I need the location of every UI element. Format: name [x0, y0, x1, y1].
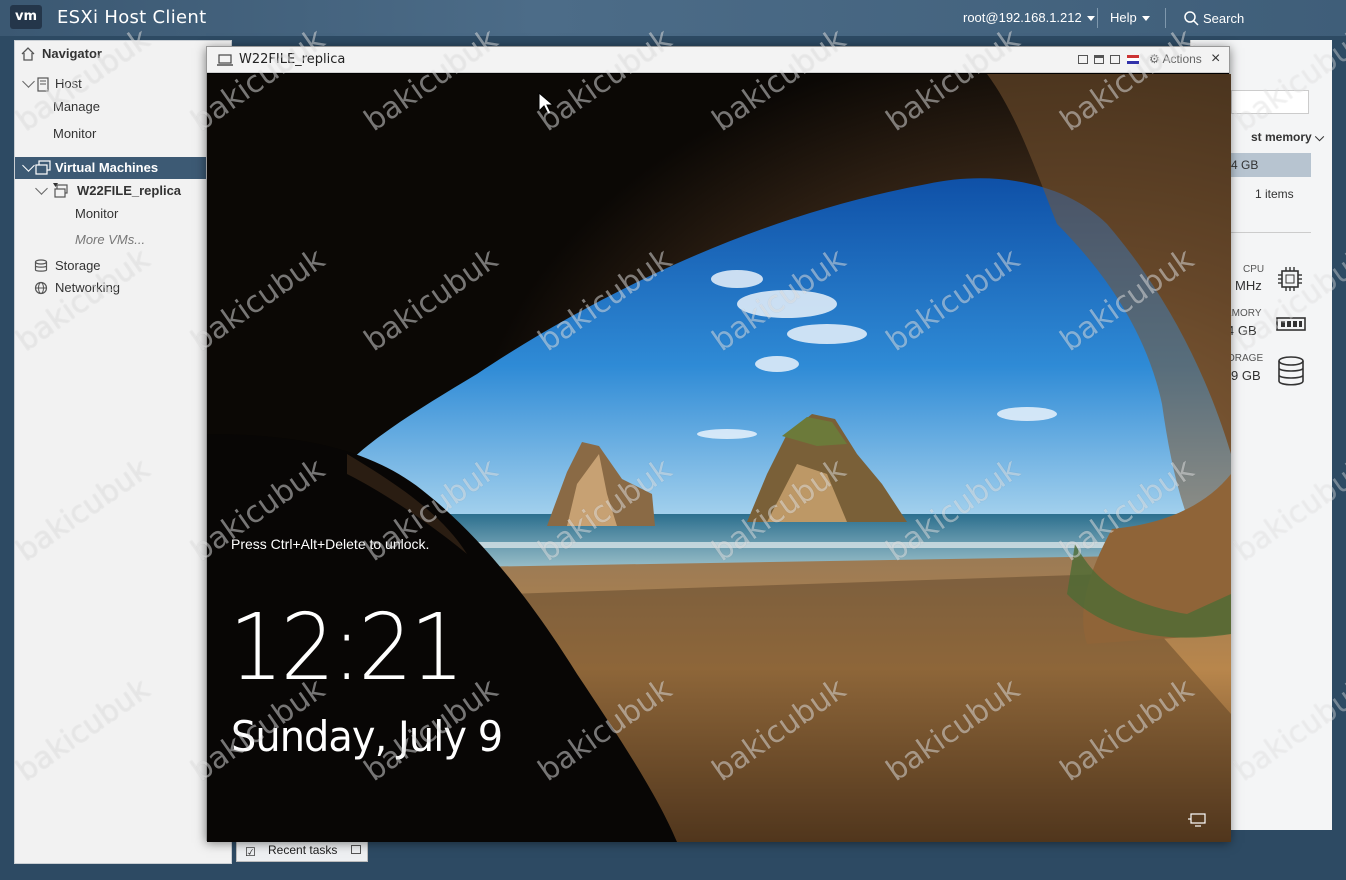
- items-count: 1 items: [1255, 187, 1294, 201]
- home-icon: [21, 47, 35, 61]
- monitor-label: Monitor: [53, 126, 97, 141]
- memory-icon: [1276, 317, 1306, 331]
- table-row[interactable]: 4 GB: [1229, 153, 1311, 177]
- vm-monitor-label: Monitor: [75, 206, 119, 221]
- sidebar-item-manage[interactable]: Manage: [15, 96, 231, 118]
- user-menu[interactable]: root@192.168.1.212: [963, 10, 1095, 25]
- keyboard-layout-icon[interactable]: [1127, 55, 1139, 64]
- server-icon: [37, 77, 49, 92]
- manage-label: Manage: [53, 99, 100, 114]
- memory-used: 4 GB: [1227, 323, 1257, 338]
- actions-menu[interactable]: ⚙ Actions: [1149, 52, 1202, 66]
- more-vms-label: More VMs...: [75, 232, 146, 247]
- console-screen[interactable]: Press Ctrl+Alt+Delete to unlock. 12:21 S…: [207, 74, 1231, 842]
- sidebar-item-storage[interactable]: Storage: [15, 255, 231, 277]
- divider: [1097, 8, 1098, 28]
- cpu-icon: [1278, 267, 1302, 291]
- cpu-label: CPU: [1243, 264, 1265, 275]
- cpu-value: MHz: [1235, 278, 1262, 293]
- storage-icon: [34, 259, 48, 272]
- navigator-label: Navigator: [42, 46, 102, 61]
- vm-group-icon: [35, 160, 51, 175]
- gear-icon: ⚙: [1149, 52, 1160, 66]
- laptop-icon: [217, 54, 233, 66]
- storage-label: Storage: [55, 258, 101, 273]
- sidebar-item-vm-monitor[interactable]: Monitor: [15, 203, 231, 225]
- virtual-machines-label: Virtual Machines: [55, 160, 159, 175]
- vm-icon: [53, 183, 68, 198]
- search-icon: [1184, 11, 1199, 26]
- sidebar-item-host[interactable]: Host: [15, 73, 231, 95]
- sidebar-item-host-monitor[interactable]: Monitor: [15, 123, 231, 145]
- top-header: vm ESXi Host Client root@192.168.1.212 H…: [0, 0, 1346, 36]
- sidebar-item-vm[interactable]: W22FILE_replica: [15, 180, 231, 202]
- unlock-hint: Press Ctrl+Alt+Delete to unlock.: [231, 536, 430, 552]
- lockscreen-date: Sunday, July 9: [231, 712, 503, 761]
- memory-dropdown-label: st memory: [1251, 130, 1312, 144]
- sidebar-item-networking[interactable]: Networking: [15, 277, 231, 299]
- chevron-down-icon: [22, 159, 35, 172]
- vm-name-label: W22FILE_replica: [77, 183, 182, 198]
- search-label: Search: [1203, 11, 1245, 26]
- chevron-down-icon: [1086, 16, 1095, 22]
- restore-icon[interactable]: [1078, 55, 1088, 64]
- memory-dropdown[interactable]: st memory ⌵: [1251, 130, 1324, 145]
- window-icon[interactable]: [1094, 55, 1104, 64]
- checklist-icon: ☑: [245, 845, 256, 859]
- filter-input[interactable]: [1231, 90, 1309, 114]
- help-menu[interactable]: Help: [1110, 10, 1150, 25]
- help-label: Help: [1110, 10, 1137, 25]
- close-icon[interactable]: ×: [1211, 50, 1220, 68]
- chevron-down-icon: [35, 182, 48, 195]
- chevron-down-icon: [22, 75, 35, 88]
- app-title: ESXi Host Client: [57, 7, 207, 28]
- console-title: W22FILE_replica: [239, 52, 346, 67]
- maximize-icon[interactable]: [351, 845, 361, 854]
- fullscreen-icon[interactable]: [1110, 55, 1120, 64]
- divider: [1165, 8, 1166, 28]
- vmware-logo: vm: [10, 5, 42, 29]
- sidebar-item-virtual-machines[interactable]: Virtual Machines: [15, 157, 231, 179]
- host-label: Host: [55, 76, 82, 91]
- user-label: root@192.168.1.212: [963, 10, 1082, 25]
- console-titlebar[interactable]: W22FILE_replica ⚙ Actions ×: [207, 47, 1229, 73]
- globe-icon: [34, 281, 48, 295]
- storage-label: ORAGE: [1227, 353, 1264, 364]
- actions-label: Actions: [1162, 52, 1202, 66]
- divider: [1229, 232, 1311, 233]
- storage-value: 9 GB: [1231, 368, 1261, 383]
- networking-label: Networking: [55, 280, 121, 295]
- chevron-down-icon: [1141, 16, 1150, 22]
- lockscreen-time: 12:21: [229, 594, 464, 701]
- sidebar-item-more-vms[interactable]: More VMs...: [15, 229, 231, 251]
- database-icon: [1278, 356, 1304, 386]
- vm-console-window[interactable]: W22FILE_replica ⚙ Actions × Press Ctrl+A…: [206, 46, 1231, 842]
- navigator-panel: Navigator Host Manage Monitor Virtual Ma…: [14, 40, 232, 864]
- search-button[interactable]: Search: [1183, 10, 1244, 26]
- recent-tasks-label: Recent tasks: [268, 843, 338, 857]
- navigator-title[interactable]: Navigator: [15, 43, 231, 65]
- memory-value: 4 GB: [1231, 158, 1259, 172]
